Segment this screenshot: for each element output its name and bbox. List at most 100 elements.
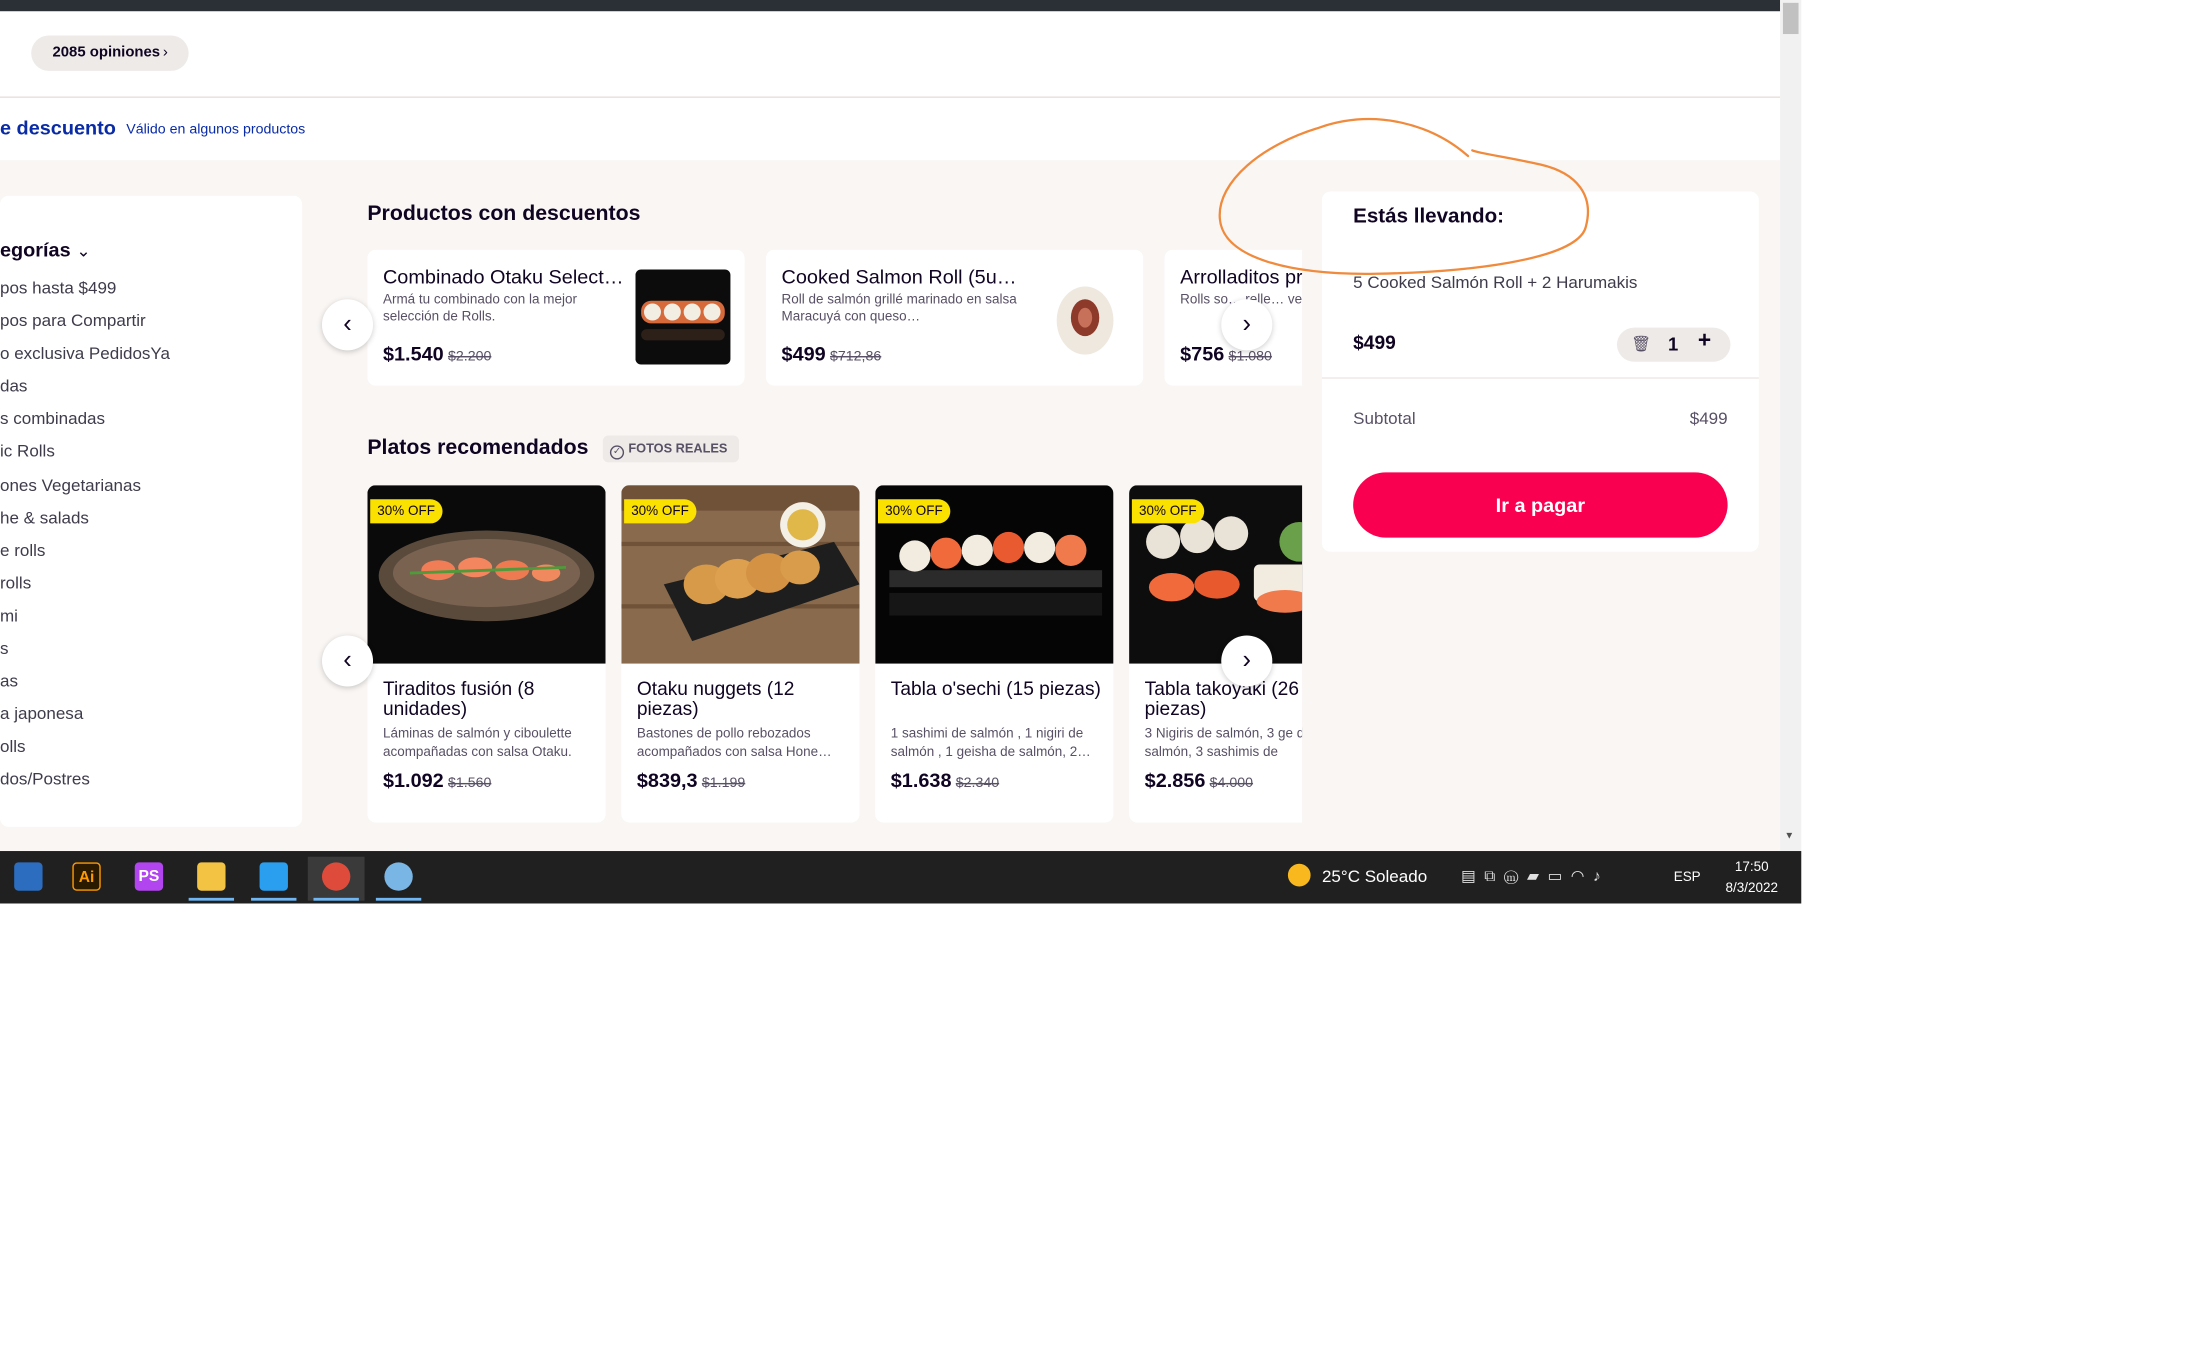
- taskbar-app-illustrator[interactable]: Ai: [58, 857, 115, 901]
- subtotal-value: $499: [1689, 408, 1728, 429]
- category-item[interactable]: pos hasta $499: [0, 272, 170, 305]
- system-tray-icons[interactable]: ▤⧉ⓜ▰▭◠♪: [1461, 867, 1609, 887]
- categories-panel: egorías ⌄ pos hasta $499 pos para Compart…: [0, 195, 303, 827]
- category-item[interactable]: as: [0, 665, 170, 698]
- product-name: Cooked Salmon Roll (5u) …: [781, 265, 1023, 288]
- carousel-prev-button[interactable]: ‹: [321, 299, 374, 351]
- category-item[interactable]: ic Rolls: [0, 436, 170, 469]
- category-item[interactable]: rolls: [0, 567, 170, 600]
- category-item[interactable]: olls: [0, 731, 170, 764]
- carousel-next-button[interactable]: ›: [1221, 299, 1273, 351]
- product-description: Bastones de pollo rebozados acompañados …: [636, 726, 832, 761]
- phpstorm-icon: PS: [134, 862, 164, 891]
- page-scrollbar[interactable]: ▼: [1780, 0, 1802, 852]
- cart-title: Estás llevando:: [1353, 205, 1505, 229]
- reviews-button[interactable]: 2085 opiniones ›: [31, 35, 190, 71]
- store-header: 2085 opiniones › e descuento Válido en al…: [0, 11, 1781, 161]
- running-indicator: [313, 897, 359, 901]
- weather-widget[interactable]: 25°C Soleado: [1287, 863, 1427, 887]
- product-image: [1034, 269, 1130, 365]
- category-item[interactable]: e rolls: [0, 534, 170, 567]
- clock[interactable]: 17:50 8/3/2022: [1719, 857, 1784, 900]
- discounts-section-title: Productos con descuentos: [367, 201, 641, 226]
- plus-icon[interactable]: +: [1698, 329, 1711, 355]
- old-price: $2.340: [955, 775, 1000, 792]
- category-item[interactable]: mi: [0, 600, 170, 633]
- running-indicator: [251, 897, 297, 901]
- product-image: [635, 269, 731, 365]
- product-description: 3 Nigiris de salmón, 3 ge de salmón, 3 s…: [1144, 726, 1303, 761]
- discount-card[interactable]: Combinado Otaku Select… Armá tu combinad…: [367, 249, 745, 386]
- vscode-icon: [259, 862, 288, 891]
- categories-title[interactable]: egorías ⌄: [0, 238, 91, 261]
- product-name: Tabla takoyaki (26 piezas): [1144, 677, 1299, 720]
- product-price: $1.540 $2.200: [382, 341, 492, 365]
- chevron-left-icon: ‹: [343, 309, 352, 338]
- product-name: Combinado Otaku Select…: [382, 265, 624, 288]
- taskbar-app-vscode[interactable]: [245, 857, 302, 901]
- product-description: Roll de salmón grillé marinado en salsa …: [781, 292, 1017, 325]
- windows-taskbar: Ai PS 25°C Soleado ▤⧉ⓜ▰▭◠♪ ESP 17:50 8/3/…: [0, 851, 1802, 904]
- taskbar-app-file-explorer[interactable]: [183, 857, 240, 901]
- old-price: $1.080: [1228, 348, 1272, 365]
- discount-title[interactable]: e descuento: [0, 116, 116, 139]
- product-name: Arrolladitos pri: [1180, 265, 1303, 288]
- old-price: $2.200: [447, 348, 492, 365]
- illustrator-icon: Ai: [72, 862, 101, 891]
- carousel-prev-button[interactable]: ‹: [321, 635, 374, 687]
- subtotal-label: Subtotal: [1353, 408, 1416, 429]
- product-name: Tiraditos fusión (8 unidades): [382, 677, 535, 720]
- product-price: $2.856 $4.000: [1144, 768, 1254, 792]
- old-price: $4.000: [1209, 775, 1254, 792]
- carousel-next-button[interactable]: ›: [1221, 635, 1273, 687]
- trash-icon[interactable]: 🗑: [1631, 335, 1651, 353]
- taskbar-app-phpstorm[interactable]: PS: [121, 857, 178, 901]
- discount-subtitle: Válido en algunos productos: [126, 121, 306, 138]
- checkout-button[interactable]: Ir a pagar: [1353, 472, 1728, 538]
- category-item[interactable]: dos/Postres: [0, 764, 170, 797]
- chevron-right-icon: ›: [162, 43, 168, 61]
- recommended-card[interactable]: 30% OFF Tabla o'sechi (15 piezas) 1 sash…: [875, 485, 1114, 823]
- scroll-down-arrow-icon[interactable]: ▼: [1784, 831, 1794, 841]
- paint-icon: [384, 862, 413, 891]
- discount-badge: 30% OFF: [624, 499, 696, 524]
- chevron-right-icon: ›: [1242, 309, 1252, 338]
- category-item[interactable]: das: [0, 371, 170, 404]
- running-indicator: [188, 897, 235, 901]
- category-item[interactable]: ones Vegetarianas: [0, 469, 170, 502]
- recommended-carousel: 30% OFF Tiraditos fusión (8 unidades) Lá…: [367, 485, 1303, 825]
- discount-badge: 30% OFF: [1131, 499, 1204, 524]
- scrollbar-thumb[interactable]: [1782, 2, 1799, 35]
- taskbar-app-chrome[interactable]: [307, 856, 365, 901]
- category-item[interactable]: pos para Compartir: [0, 305, 170, 338]
- category-item[interactable]: s: [0, 633, 170, 666]
- discount-card[interactable]: Cooked Salmon Roll (5u) … Roll de salmón…: [765, 249, 1144, 386]
- old-price: $1.199: [701, 775, 746, 792]
- recommended-card[interactable]: 30% OFF Tabla takoyaki (26 piezas) 3 Nig…: [1129, 485, 1303, 823]
- cart-item-name: 5 Cooked Salmón Roll + 2 Harumakis: [1353, 272, 1638, 293]
- taskbar-app-tool[interactable]: [0, 857, 57, 901]
- check-circle-icon: ✓: [609, 445, 625, 460]
- product-description: Láminas de salmón y ciboulette acompañad…: [382, 726, 572, 761]
- category-item[interactable]: s combinadas: [0, 403, 170, 436]
- real-photos-tag: ✓ FOTOS REALES: [602, 435, 739, 463]
- chevron-left-icon: ‹: [343, 645, 352, 674]
- recommended-card[interactable]: 30% OFF Tiraditos fusión (8 unidades) Lá…: [367, 485, 606, 823]
- reviews-label: 2085 opiniones: [52, 43, 161, 61]
- category-item[interactable]: a japonesa: [0, 698, 170, 731]
- category-item[interactable]: he & salads: [0, 502, 170, 535]
- store-page: 2085 opiniones › e descuento Válido en al…: [0, 11, 1781, 852]
- old-price: $712,86: [829, 348, 882, 365]
- discount-badge: 30% OFF: [877, 499, 950, 524]
- sun-icon: [1287, 863, 1311, 887]
- browser-top-bar: [0, 0, 1781, 12]
- product-price: $1.092 $1.560: [382, 768, 492, 792]
- category-item[interactable]: o exclusiva PedidosYa: [0, 338, 170, 371]
- product-name: Tabla o'sechi (15 piezas): [890, 677, 1101, 700]
- running-indicator: [375, 897, 422, 901]
- taskbar-app-paint[interactable]: [370, 857, 427, 901]
- recommended-card[interactable]: 30% OFF Otaku nuggets (12 piezas) Baston…: [621, 485, 860, 823]
- discount-carousel: Combinado Otaku Select… Armá tu combinad…: [367, 249, 1303, 386]
- language-indicator[interactable]: ESP: [1674, 869, 1701, 885]
- product-description: 1 sashimi de salmón , 1 nigiri de salmón…: [890, 726, 1091, 761]
